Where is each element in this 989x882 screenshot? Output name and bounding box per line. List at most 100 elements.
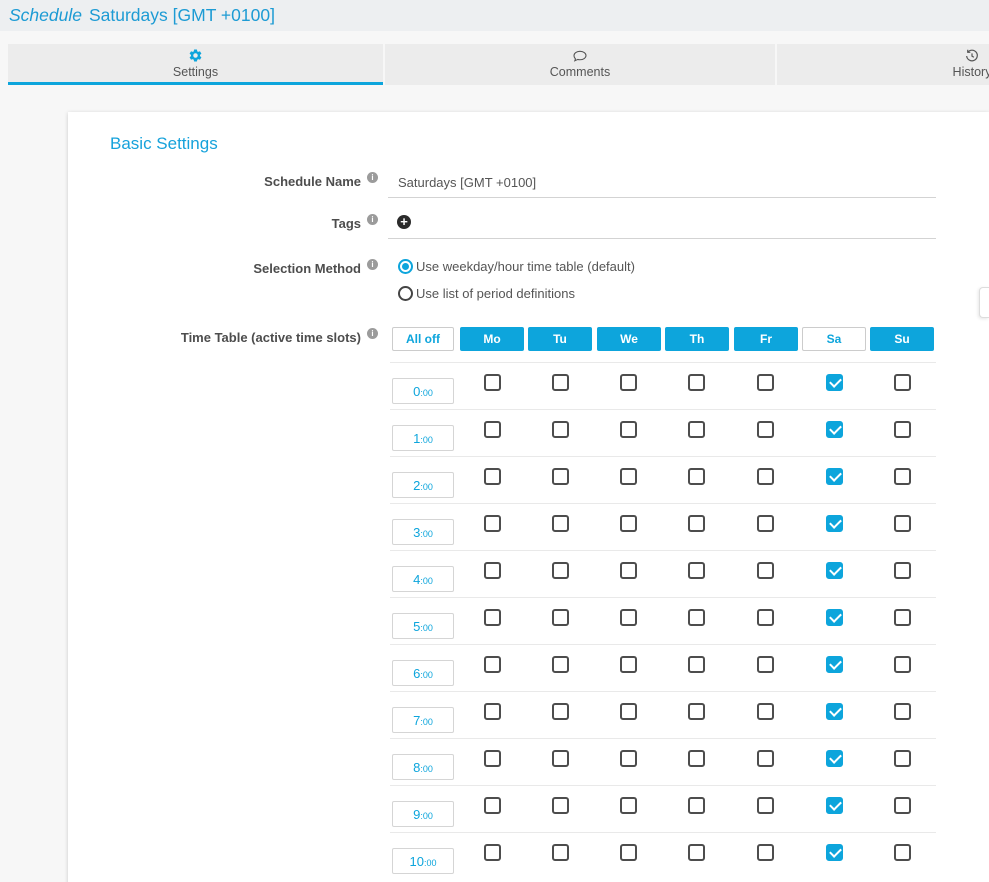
radio-selected-icon[interactable] <box>398 259 413 274</box>
checkbox-sa-3[interactable] <box>826 515 843 532</box>
selection-method-info-icon[interactable]: i <box>367 259 378 270</box>
checkbox-tu-8[interactable] <box>552 750 569 767</box>
day-button-th[interactable]: Th <box>665 327 729 351</box>
add-tag-button[interactable]: + <box>397 215 411 229</box>
checkbox-tu-7[interactable] <box>552 703 569 720</box>
tab-history[interactable]: History <box>777 44 989 85</box>
checkbox-su-5[interactable] <box>894 609 911 626</box>
checkbox-fr-5[interactable] <box>757 609 774 626</box>
checkbox-we-1[interactable] <box>620 421 637 438</box>
checkbox-th-1[interactable] <box>688 421 705 438</box>
checkbox-mo-7[interactable] <box>484 703 501 720</box>
checkbox-we-9[interactable] <box>620 797 637 814</box>
checkbox-sa-4[interactable] <box>826 562 843 579</box>
checkbox-th-3[interactable] <box>688 515 705 532</box>
checkbox-mo-9[interactable] <box>484 797 501 814</box>
checkbox-th-9[interactable] <box>688 797 705 814</box>
hour-button-4[interactable]: 4:00 <box>392 566 454 592</box>
checkbox-th-2[interactable] <box>688 468 705 485</box>
checkbox-mo-3[interactable] <box>484 515 501 532</box>
checkbox-fr-3[interactable] <box>757 515 774 532</box>
schedule-name-input[interactable] <box>388 168 936 198</box>
hour-button-10[interactable]: 10:00 <box>392 848 454 874</box>
day-button-mo[interactable]: Mo <box>460 327 524 351</box>
checkbox-we-8[interactable] <box>620 750 637 767</box>
time-table-info-icon[interactable]: i <box>367 328 378 339</box>
tab-settings[interactable]: Settings <box>8 44 383 85</box>
checkbox-th-0[interactable] <box>688 374 705 391</box>
checkbox-we-6[interactable] <box>620 656 637 673</box>
radio-unselected-icon[interactable] <box>398 286 413 301</box>
checkbox-th-8[interactable] <box>688 750 705 767</box>
checkbox-sa-0[interactable] <box>826 374 843 391</box>
checkbox-tu-2[interactable] <box>552 468 569 485</box>
checkbox-fr-1[interactable] <box>757 421 774 438</box>
hour-button-9[interactable]: 9:00 <box>392 801 454 827</box>
hour-button-0[interactable]: 0:00 <box>392 378 454 404</box>
checkbox-th-4[interactable] <box>688 562 705 579</box>
selection-method-option-1[interactable]: Use weekday/hour time table (default) <box>398 258 635 275</box>
checkbox-mo-6[interactable] <box>484 656 501 673</box>
checkbox-tu-6[interactable] <box>552 656 569 673</box>
checkbox-fr-0[interactable] <box>757 374 774 391</box>
checkbox-su-3[interactable] <box>894 515 911 532</box>
day-button-sa[interactable]: Sa <box>802 327 866 351</box>
all-off-button[interactable]: All off <box>392 327 454 351</box>
checkbox-tu-3[interactable] <box>552 515 569 532</box>
checkbox-th-10[interactable] <box>688 844 705 861</box>
day-button-tu[interactable]: Tu <box>528 327 592 351</box>
checkbox-fr-2[interactable] <box>757 468 774 485</box>
checkbox-fr-4[interactable] <box>757 562 774 579</box>
checkbox-we-3[interactable] <box>620 515 637 532</box>
selection-method-option-2[interactable]: Use list of period definitions <box>398 285 635 302</box>
checkbox-we-5[interactable] <box>620 609 637 626</box>
checkbox-th-7[interactable] <box>688 703 705 720</box>
checkbox-th-6[interactable] <box>688 656 705 673</box>
checkbox-tu-5[interactable] <box>552 609 569 626</box>
checkbox-su-4[interactable] <box>894 562 911 579</box>
checkbox-fr-6[interactable] <box>757 656 774 673</box>
hour-button-1[interactable]: 1:00 <box>392 425 454 451</box>
checkbox-sa-6[interactable] <box>826 656 843 673</box>
checkbox-su-2[interactable] <box>894 468 911 485</box>
hour-button-3[interactable]: 3:00 <box>392 519 454 545</box>
checkbox-sa-10[interactable] <box>826 844 843 861</box>
checkbox-mo-2[interactable] <box>484 468 501 485</box>
checkbox-sa-8[interactable] <box>826 750 843 767</box>
checkbox-sa-9[interactable] <box>826 797 843 814</box>
checkbox-mo-5[interactable] <box>484 609 501 626</box>
checkbox-mo-1[interactable] <box>484 421 501 438</box>
checkbox-mo-0[interactable] <box>484 374 501 391</box>
checkbox-we-2[interactable] <box>620 468 637 485</box>
checkbox-tu-9[interactable] <box>552 797 569 814</box>
checkbox-fr-9[interactable] <box>757 797 774 814</box>
checkbox-tu-10[interactable] <box>552 844 569 861</box>
tab-comments[interactable]: Comments <box>385 44 775 85</box>
checkbox-fr-7[interactable] <box>757 703 774 720</box>
side-drawer-handle[interactable] <box>979 287 989 318</box>
checkbox-tu-4[interactable] <box>552 562 569 579</box>
checkbox-we-10[interactable] <box>620 844 637 861</box>
day-button-we[interactable]: We <box>597 327 661 351</box>
checkbox-su-8[interactable] <box>894 750 911 767</box>
hour-button-7[interactable]: 7:00 <box>392 707 454 733</box>
checkbox-we-0[interactable] <box>620 374 637 391</box>
checkbox-th-5[interactable] <box>688 609 705 626</box>
checkbox-mo-8[interactable] <box>484 750 501 767</box>
checkbox-mo-10[interactable] <box>484 844 501 861</box>
day-button-su[interactable]: Su <box>870 327 934 351</box>
checkbox-we-4[interactable] <box>620 562 637 579</box>
checkbox-tu-0[interactable] <box>552 374 569 391</box>
checkbox-sa-1[interactable] <box>826 421 843 438</box>
checkbox-su-6[interactable] <box>894 656 911 673</box>
checkbox-su-9[interactable] <box>894 797 911 814</box>
checkbox-su-10[interactable] <box>894 844 911 861</box>
hour-button-6[interactable]: 6:00 <box>392 660 454 686</box>
hour-button-8[interactable]: 8:00 <box>392 754 454 780</box>
hour-button-5[interactable]: 5:00 <box>392 613 454 639</box>
checkbox-sa-5[interactable] <box>826 609 843 626</box>
hour-button-2[interactable]: 2:00 <box>392 472 454 498</box>
checkbox-su-7[interactable] <box>894 703 911 720</box>
checkbox-fr-10[interactable] <box>757 844 774 861</box>
checkbox-fr-8[interactable] <box>757 750 774 767</box>
